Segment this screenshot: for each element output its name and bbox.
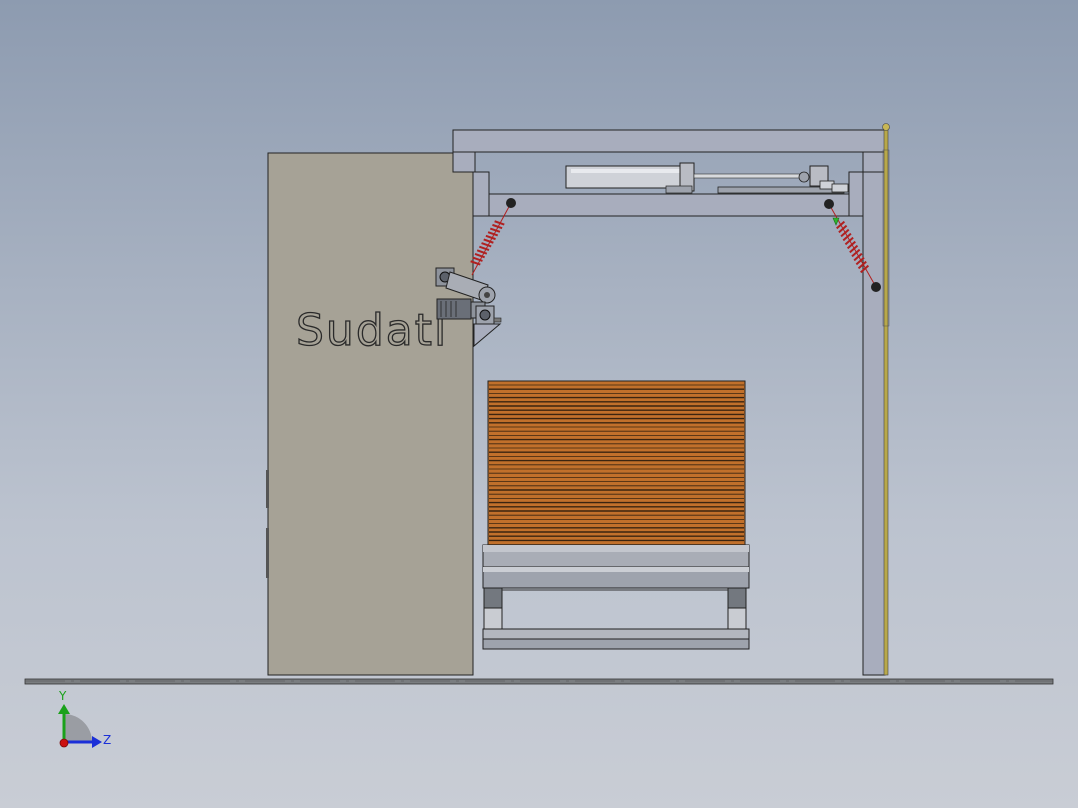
product-stack[interactable]: [488, 381, 745, 545]
brand-label: Sudatl: [296, 305, 448, 356]
roller-conveyor[interactable]: [483, 545, 749, 649]
ground-plane: [25, 679, 1053, 684]
pneumatic-cylinder[interactable]: [566, 163, 848, 193]
y-axis-label: Y: [58, 689, 67, 703]
cad-viewport[interactable]: Sudatl Y Z: [0, 0, 1078, 808]
control-cabinet[interactable]: [266, 153, 473, 675]
z-axis-label: Z: [103, 733, 111, 747]
machine-drawing: Sudatl Y Z: [0, 0, 1078, 808]
coordinate-triad: Y Z: [58, 689, 111, 748]
